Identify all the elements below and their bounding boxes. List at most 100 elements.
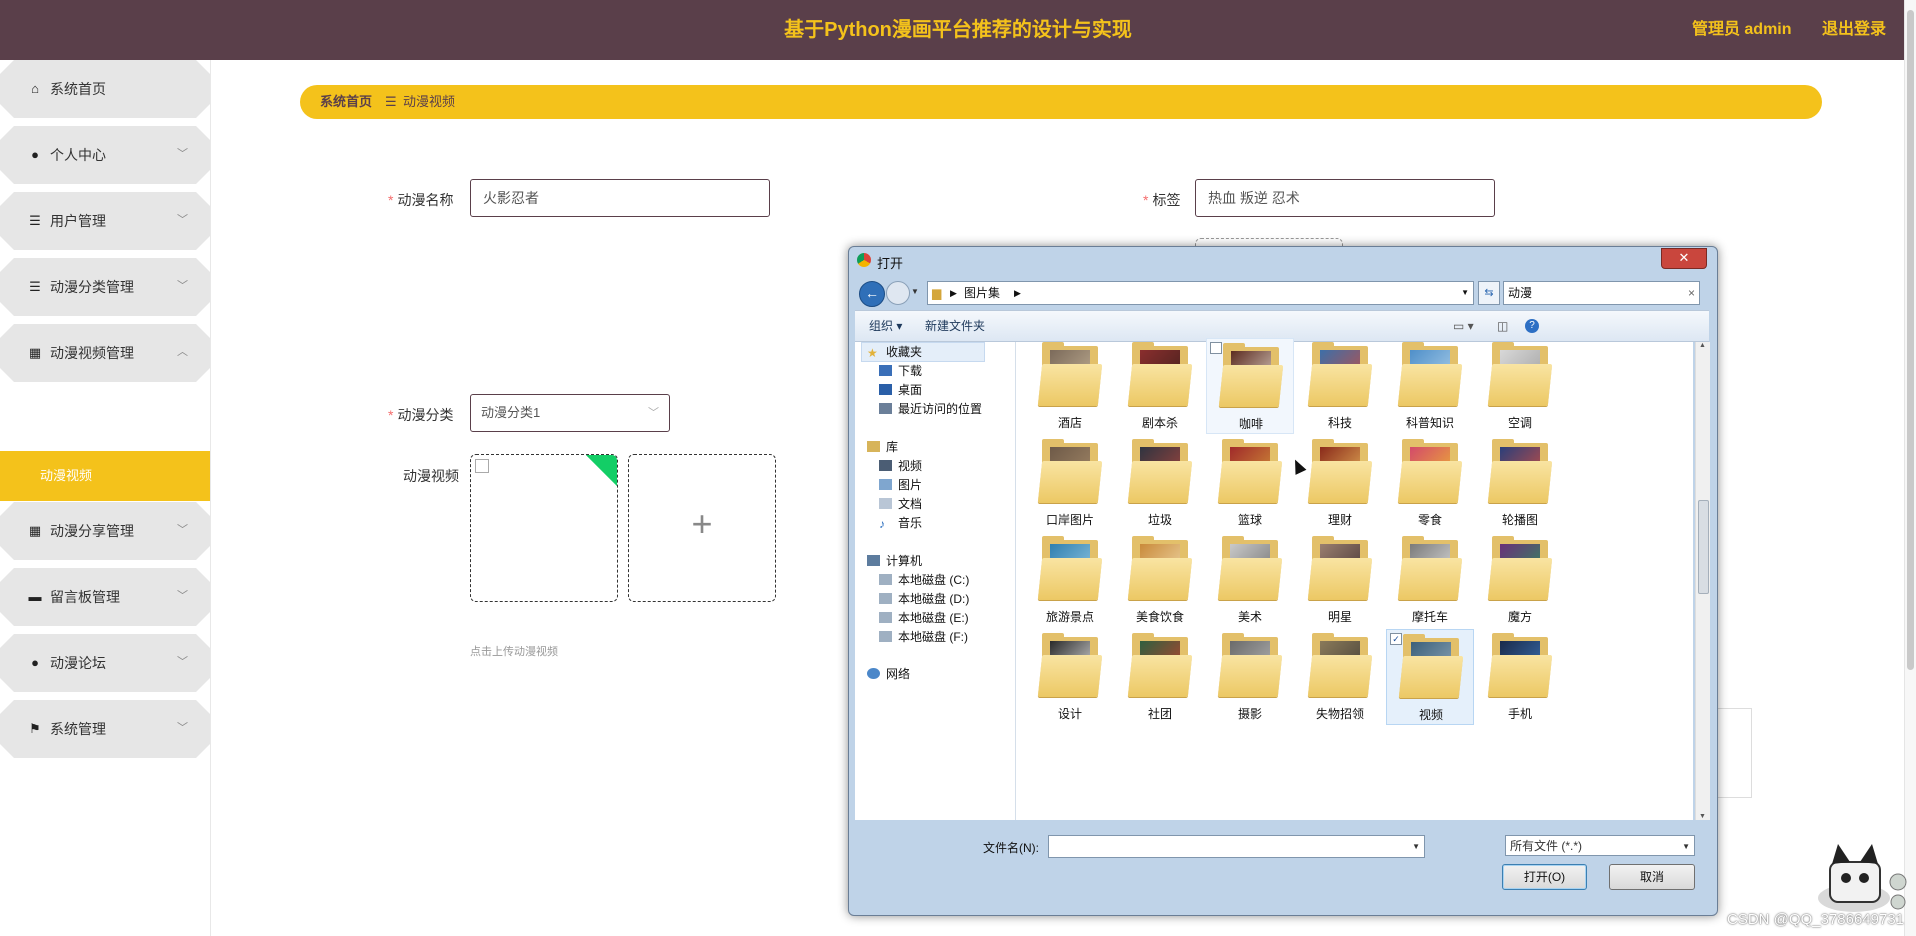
category-value: 动漫分类1 [481,405,541,420]
nav-documents[interactable]: 文档 [879,495,922,513]
file-list-scrollbar[interactable]: ▲ ▼ [1695,342,1710,820]
sidebar-item-8[interactable]: ⚑ 系统管理 ﹀ [0,700,210,758]
folder-item[interactable]: 手机 [1476,629,1564,725]
sidebar-item-label: 动漫分类管理 [50,279,134,295]
nav-videos[interactable]: 视频 [879,457,922,475]
nav-music[interactable]: ♪ 音乐 [879,514,922,532]
breadcrumb-home[interactable]: 系统首页 [320,85,372,119]
folder-item[interactable]: 零食 [1386,435,1474,531]
nav-favorites[interactable]: ★ 收藏夹 [867,343,922,361]
folder-item[interactable]: 旅游景点 [1026,532,1114,628]
page-scroll-thumb[interactable] [1907,10,1914,670]
dialog-close-button[interactable]: ✕ [1661,248,1707,269]
address-bar[interactable]: ▆ ▶ 图片集 ▶ ▼ [927,281,1474,305]
sidebar-item-7[interactable]: ● 动漫论坛 ﹀ [0,634,210,692]
forward-button[interactable] [886,281,910,305]
anime-name-input[interactable]: 火影忍者 [470,179,770,217]
view-icon[interactable]: ▭ ▾ [1453,311,1474,341]
nav-computer[interactable]: 计算机 [867,552,922,570]
folder-item[interactable]: 科技 [1296,338,1384,434]
scroll-down-icon[interactable]: ▼ [1699,813,1706,820]
folder-item[interactable]: 设计 [1026,629,1114,725]
folder-item[interactable]: 垃圾 [1116,435,1204,531]
nav-disk-f[interactable]: 本地磁盘 (F:) [879,628,968,646]
open-button[interactable]: 打开(O) [1502,864,1587,890]
folder-item[interactable]: 摩托车 [1386,532,1474,628]
nav-pictures[interactable]: 图片 [879,476,922,494]
file-list-scroll-thumb[interactable] [1698,500,1709,594]
filetype-select[interactable]: 所有文件 (*.*) ▼ [1505,835,1695,856]
nav-library[interactable]: 库 [867,438,898,456]
sidebar-item-6[interactable]: ▬ 留言板管理 ﹀ [0,568,210,626]
nav-recent[interactable]: 最近访问的位置 [879,400,982,418]
new-folder-button[interactable]: 新建文件夹 [925,311,985,341]
folder-item[interactable]: 理财 [1296,435,1384,531]
submenu-item-anime-video[interactable]: 动漫视频 [0,451,210,501]
folder-item[interactable]: 科普知识 [1386,338,1474,434]
sidebar-item-5[interactable]: ▦ 动漫分享管理 ﹀ [0,502,210,560]
folder-item[interactable]: 摄影 [1206,629,1294,725]
folder-front [1127,558,1193,600]
sidebar-item-3[interactable]: ☰ 动漫分类管理 ﹀ [0,258,210,316]
nav-desktop[interactable]: 桌面 [879,381,922,399]
sidebar-item-1[interactable]: ● 个人中心 ﹀ [0,126,210,184]
folder-item[interactable]: 空调 [1476,338,1564,434]
folder-name: 美食饮食 [1135,610,1184,624]
pin-icon: ● [31,655,39,670]
folder-front [1397,364,1463,406]
search-box[interactable]: 动漫 × [1503,281,1700,305]
folder-item[interactable]: ✓ 视频 [1386,629,1474,725]
folder-name: 旅游景点 [1045,610,1094,624]
folder-checkbox[interactable] [1210,342,1222,354]
category-select[interactable]: 动漫分类1 ﹀ [470,394,670,432]
address-dropdown-icon[interactable]: ▼ [1461,282,1469,304]
logout-link[interactable]: 退出登录 [1822,21,1886,38]
folder-item[interactable]: 酒店 [1026,338,1114,434]
sidebar-item-label: 动漫视频管理 [50,345,134,361]
help-icon[interactable]: ? [1525,319,1539,333]
refresh-button[interactable]: ⇆ [1478,281,1500,305]
folder-front [1397,558,1463,600]
name-label: * 动漫名称 [388,192,454,208]
admin-user[interactable]: 管理员 admin [1692,21,1792,38]
nav-disk-e[interactable]: 本地磁盘 (E:) [879,609,969,627]
folder-name: 视频 [1418,708,1443,722]
tag-input[interactable]: 热血 叛逆 忍术 [1195,179,1495,217]
uploaded-video-card[interactable] [470,454,618,602]
nav-disk-c[interactable]: 本地磁盘 (C:) [879,571,969,589]
upload-trigger[interactable]: + [628,454,776,602]
scroll-up-icon[interactable]: ▲ [1699,342,1706,349]
sidebar-item-2[interactable]: ☰ 用户管理 ﹀ [0,192,210,250]
folder-item[interactable]: 美术 [1206,532,1294,628]
folder-item[interactable]: 魔方 [1476,532,1564,628]
back-button[interactable]: ← [859,281,885,307]
clear-search-icon[interactable]: × [1688,282,1695,304]
history-dropdown-icon[interactable]: ▼ [911,287,919,296]
nav-disk-d[interactable]: 本地磁盘 (D:) [879,590,969,608]
folder-item[interactable]: 剧本杀 [1116,338,1204,434]
preview-pane-icon[interactable]: ◫ [1497,311,1508,341]
navigation-pane: ★ 收藏夹 下载 桌面 最近访问的位置 库 视频 图片 文档 ♪ 音乐 计算机 本地… [855,342,1016,820]
chevron-down-icon: ﹀ [177,590,188,602]
nav-network[interactable]: 网络 [867,665,910,683]
folder-item[interactable]: 美食饮食 [1116,532,1204,628]
folder-item[interactable]: 轮播图 [1476,435,1564,531]
folder-item[interactable]: 口岸图片 [1026,435,1114,531]
organize-menu[interactable]: 组织 ▾ [869,311,902,341]
sidebar-item-0[interactable]: ⌂ 系统首页 [0,60,210,118]
page-scrollbar[interactable] [1904,0,1916,936]
folder-item[interactable]: 篮球 [1206,435,1294,531]
folder-item[interactable]: 咖啡 [1206,338,1294,434]
folder-item[interactable]: 社团 [1116,629,1204,725]
folder-front [1037,655,1103,697]
folder-checkbox[interactable]: ✓ [1390,633,1402,645]
folder-item[interactable]: 失物招领 [1296,629,1384,725]
filename-dropdown-icon[interactable]: ▼ [1412,836,1420,857]
folder-name: 剧本杀 [1141,416,1178,430]
folder-item[interactable]: 明星 [1296,532,1384,628]
nav-downloads[interactable]: 下载 [879,362,922,380]
sidebar-item-4[interactable]: ▦ 动漫视频管理 ︿ [0,324,210,382]
sidebar-item-label: 动漫论坛 [50,655,106,671]
filename-input[interactable]: ▼ [1048,835,1425,858]
cancel-button[interactable]: 取消 [1609,864,1695,890]
